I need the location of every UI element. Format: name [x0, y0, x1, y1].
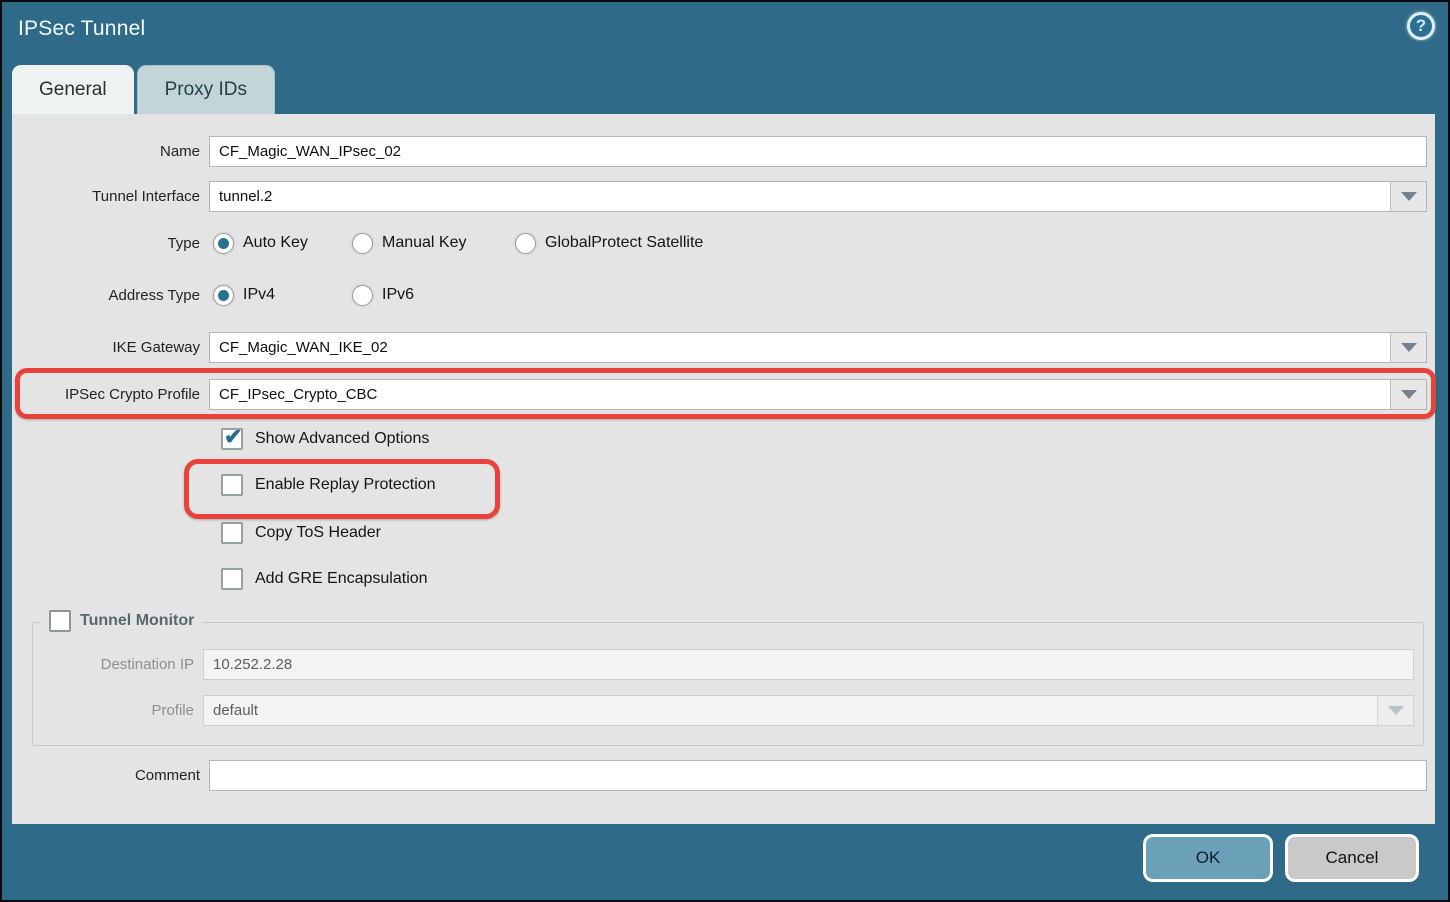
tab-proxy-ids[interactable]: Proxy IDs [137, 65, 275, 114]
chevron-down-icon [1377, 696, 1413, 725]
tunnel-monitor-checkbox[interactable] [49, 610, 71, 632]
profile-select: default [203, 695, 1414, 726]
cancel-button[interactable]: Cancel [1285, 834, 1419, 882]
show-advanced-options-label: Show Advanced Options [255, 430, 429, 448]
radio-globalprotect-satellite-label: GlobalProtect Satellite [545, 234, 703, 252]
ipsec-crypto-profile-select[interactable]: CF_IPsec_Crypto_CBC [209, 379, 1427, 410]
destination-ip-row: Destination IP 10.252.2.28 [43, 649, 1414, 680]
ike-gateway-row: IKE Gateway CF_Magic_WAN_IKE_02 [12, 332, 1427, 363]
tab-general-label: General [39, 79, 107, 101]
add-gre-encapsulation-label: Add GRE Encapsulation [255, 570, 428, 588]
radio-auto-key[interactable]: Auto Key [213, 233, 352, 254]
radio-manual-key[interactable]: Manual Key [352, 233, 515, 254]
tab-proxy-ids-label: Proxy IDs [165, 79, 247, 101]
ike-gateway-label: IKE Gateway [12, 339, 209, 356]
name-label: Name [12, 143, 209, 160]
radio-ipv4[interactable]: IPv4 [213, 285, 352, 306]
radio-ipv6-label: IPv6 [382, 286, 414, 304]
radio-manual-key-label: Manual Key [382, 234, 467, 252]
tab-general[interactable]: General [12, 65, 134, 114]
radio-ipv6-control[interactable] [352, 285, 373, 306]
tunnel-monitor-label: Tunnel Monitor [80, 612, 194, 630]
comment-row: Comment [12, 760, 1427, 791]
profile-row: Profile default [43, 695, 1414, 726]
type-row: Type Auto Key Manual Key GlobalProtect S… [12, 230, 1427, 256]
address-type-radio-group: IPv4 IPv6 [209, 285, 414, 306]
ipsec-crypto-profile-row: IPSec Crypto Profile CF_IPsec_Crypto_CBC [12, 379, 1427, 410]
radio-manual-key-control[interactable] [352, 233, 373, 254]
comment-input[interactable] [209, 760, 1427, 791]
radio-globalprotect-satellite[interactable]: GlobalProtect Satellite [515, 233, 703, 254]
profile-label: Profile [43, 702, 203, 719]
copy-tos-header-label: Copy ToS Header [255, 524, 381, 542]
enable-replay-protection-checkbox[interactable] [221, 474, 243, 496]
tunnel-interface-row: Tunnel Interface tunnel.2 [12, 181, 1427, 212]
comment-label: Comment [12, 767, 209, 784]
enable-replay-protection-label: Enable Replay Protection [255, 476, 436, 494]
type-radio-group: Auto Key Manual Key GlobalProtect Satell… [209, 233, 703, 254]
radio-ipv4-label: IPv4 [243, 286, 275, 304]
help-glyph: ? [1416, 16, 1426, 36]
copy-tos-header-row[interactable]: Copy ToS Header [221, 522, 381, 544]
add-gre-encapsulation-row[interactable]: Add GRE Encapsulation [221, 568, 428, 590]
address-type-row: Address Type IPv4 IPv6 [12, 282, 1427, 308]
copy-tos-header-checkbox[interactable] [221, 522, 243, 544]
radio-auto-key-label: Auto Key [243, 234, 308, 252]
tunnel-interface-value: tunnel.2 [210, 182, 1390, 211]
chevron-down-icon[interactable] [1390, 333, 1426, 362]
ipsec-crypto-profile-label: IPSec Crypto Profile [12, 386, 209, 403]
ipsec-tunnel-dialog: IPSec Tunnel ? General Proxy IDs Name CF… [0, 0, 1450, 902]
chevron-down-icon[interactable] [1390, 182, 1426, 211]
ike-gateway-value: CF_Magic_WAN_IKE_02 [210, 333, 1390, 362]
type-label: Type [12, 235, 209, 252]
add-gre-encapsulation-checkbox[interactable] [221, 568, 243, 590]
show-advanced-options-checkbox[interactable] [221, 428, 243, 450]
general-tab-panel: Name CF_Magic_WAN_IPsec_02 Tunnel Interf… [12, 114, 1435, 824]
show-advanced-options-row[interactable]: Show Advanced Options [221, 428, 429, 450]
radio-ipv4-control[interactable] [213, 285, 234, 306]
dialog-title: IPSec Tunnel [18, 17, 145, 41]
tunnel-interface-label: Tunnel Interface [12, 188, 209, 205]
destination-ip-label: Destination IP [43, 656, 203, 673]
tunnel-monitor-legend[interactable]: Tunnel Monitor [41, 610, 202, 632]
tunnel-monitor-group: Tunnel Monitor Destination IP 10.252.2.2… [32, 622, 1424, 746]
profile-value: default [204, 696, 1377, 725]
ok-button[interactable]: OK [1143, 834, 1273, 882]
help-icon[interactable]: ? [1407, 12, 1435, 40]
radio-auto-key-control[interactable] [213, 233, 234, 254]
ike-gateway-select[interactable]: CF_Magic_WAN_IKE_02 [209, 332, 1427, 363]
tab-bar: General Proxy IDs [12, 65, 275, 114]
destination-ip-input: 10.252.2.28 [203, 649, 1414, 680]
chevron-down-icon[interactable] [1390, 380, 1426, 409]
tunnel-interface-select[interactable]: tunnel.2 [209, 181, 1427, 212]
ipsec-crypto-profile-value: CF_IPsec_Crypto_CBC [210, 380, 1390, 409]
name-row: Name CF_Magic_WAN_IPsec_02 [12, 136, 1427, 167]
radio-ipv6[interactable]: IPv6 [352, 285, 414, 306]
name-input[interactable]: CF_Magic_WAN_IPsec_02 [209, 136, 1427, 167]
radio-globalprotect-satellite-control[interactable] [515, 233, 536, 254]
address-type-label: Address Type [12, 287, 209, 304]
enable-replay-protection-row[interactable]: Enable Replay Protection [221, 474, 436, 496]
